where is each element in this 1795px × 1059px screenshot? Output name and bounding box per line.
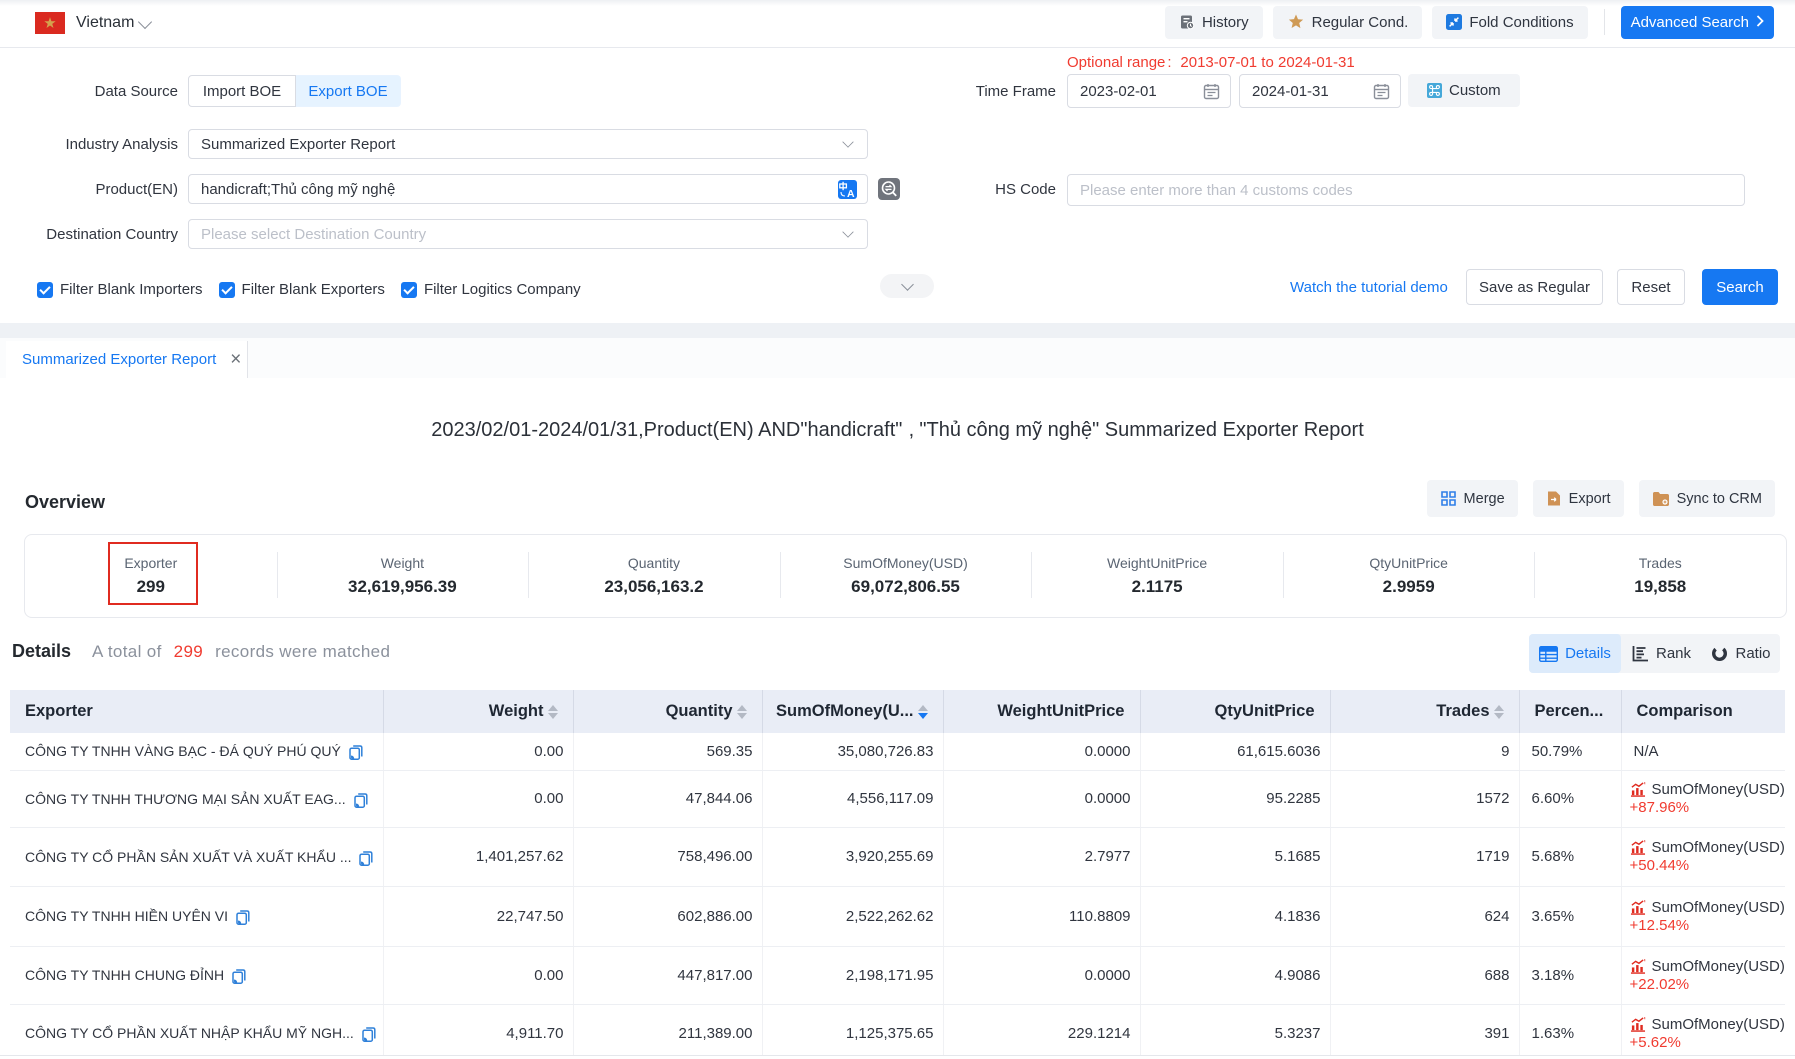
svg-text:A: A [847, 188, 855, 199]
